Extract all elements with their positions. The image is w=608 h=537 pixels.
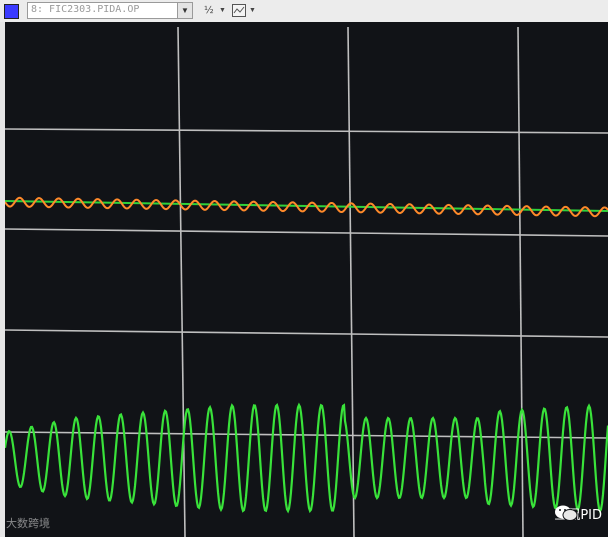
scale-fraction-icon[interactable]: ½	[204, 3, 214, 18]
scale-dropdown-icon[interactable]: ▼	[219, 3, 226, 18]
grid-vertical-3	[517, 26, 524, 537]
watermark-left: 大数跨境	[6, 517, 50, 530]
scale-button-label: ½	[204, 5, 214, 16]
trend-plot-svg	[5, 26, 608, 537]
series-select[interactable]: 8: FIC2303.PIDA.OP ▼	[27, 2, 193, 19]
series-select-value: 8: FIC2303.PIDA.OP	[31, 4, 140, 15]
zoom-dropdown-icon[interactable]: ▼	[249, 3, 256, 18]
series-color-swatch[interactable]	[4, 4, 19, 19]
trend-plot-area[interactable]	[5, 22, 608, 537]
wechat-icon	[555, 505, 578, 521]
grid-horizontal-1	[5, 128, 608, 134]
grid-horizontal-2	[5, 228, 608, 237]
chevron-down-icon[interactable]: ▼	[177, 3, 192, 18]
trend-line-output	[5, 402, 608, 514]
trend-toolbar: 8: FIC2303.PIDA.OP ▼ ½ ▼ ▼	[0, 0, 608, 23]
watermark-right: 互侃PID	[554, 504, 602, 523]
zoom-window-icon[interactable]	[232, 3, 246, 18]
trend-line-process-value	[5, 196, 608, 218]
grid-horizontal-3	[5, 329, 608, 338]
